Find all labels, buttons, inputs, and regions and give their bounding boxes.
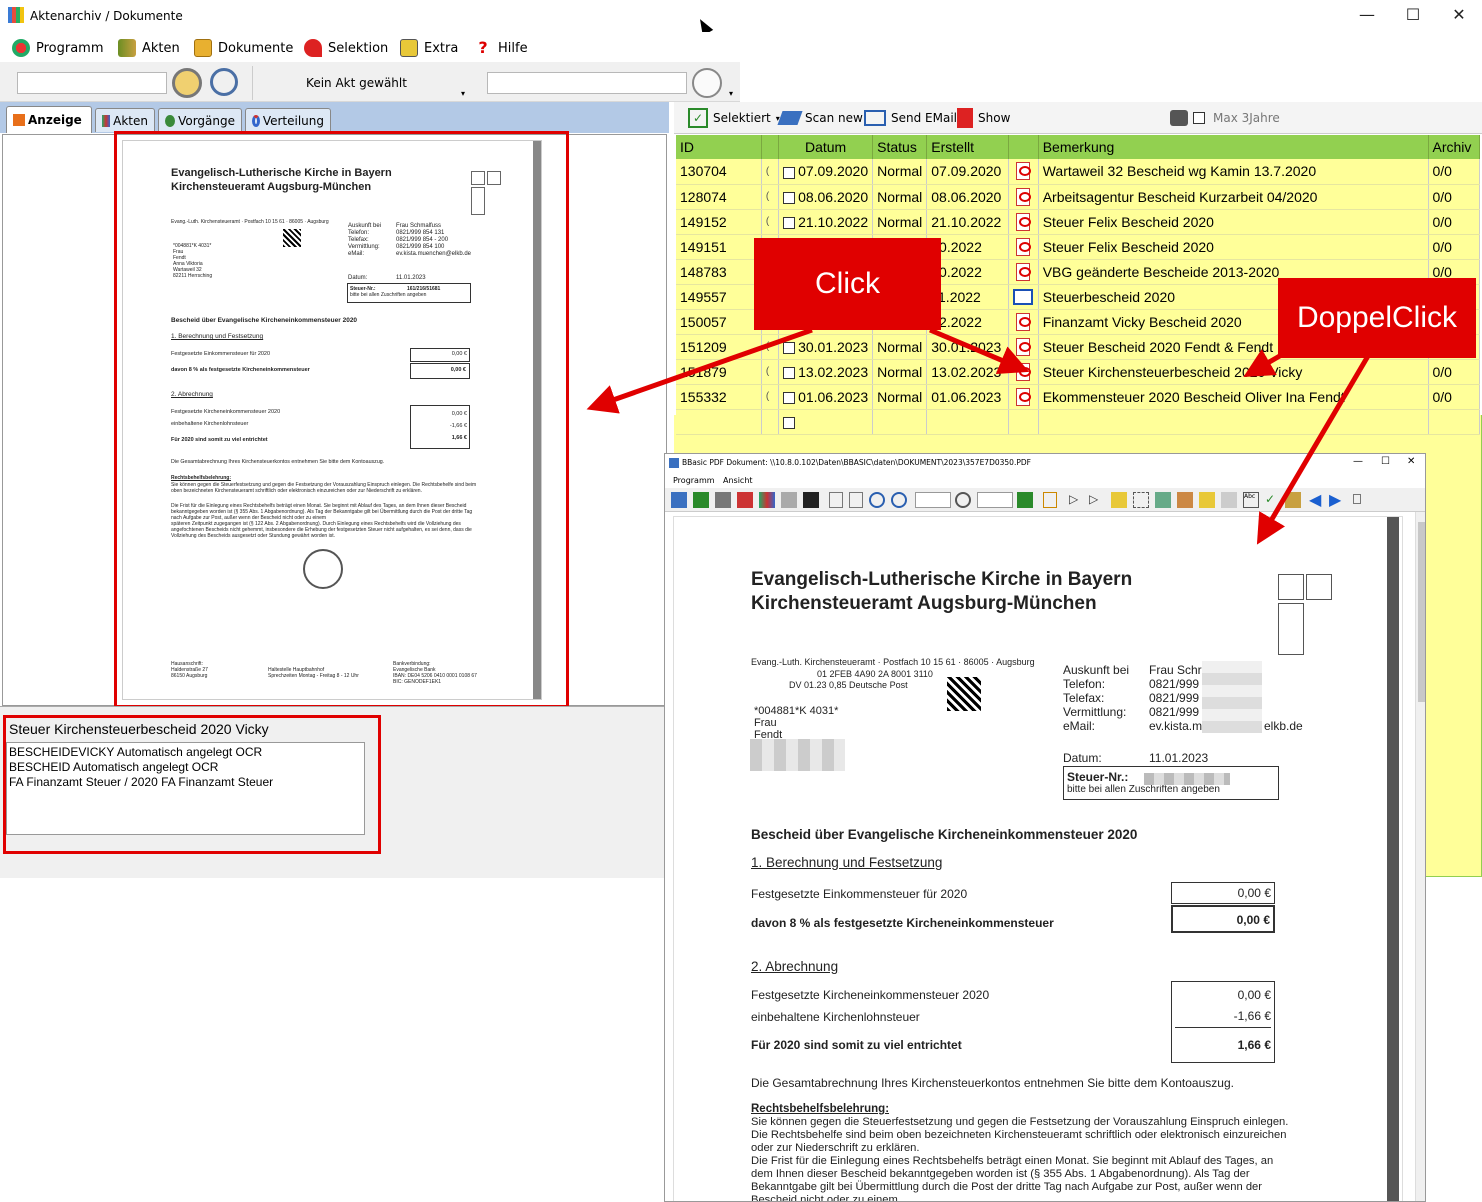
click-callout: Click [754,238,941,330]
arrow-to-row [929,327,1030,375]
arrow-to-pdf-window [1256,354,1371,545]
doubleclick-callout: DoppelClick [1278,278,1476,358]
annotation-arrows [586,327,1371,545]
arrow-to-preview [586,327,813,414]
